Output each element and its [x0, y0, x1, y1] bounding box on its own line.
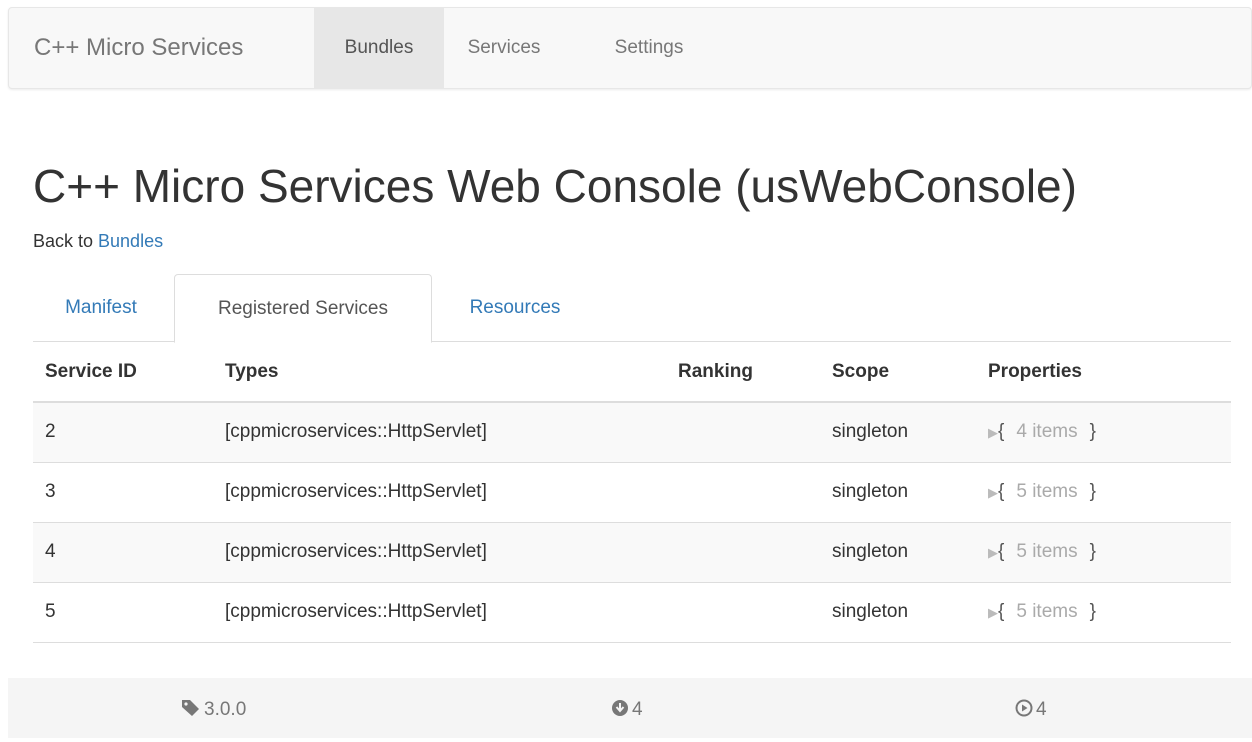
top-navbar: C++ Micro Services Bundles Services Sett… [8, 7, 1252, 89]
properties-toggle[interactable]: ▶{5 items} [988, 481, 1096, 502]
column-header-scope: Scope [820, 342, 976, 403]
column-header-service-id: Service ID [33, 342, 213, 403]
expand-triangle-icon: ▶ [988, 485, 998, 500]
back-to-bundles-link[interactable]: Bundles [98, 231, 163, 251]
back-line: Back to Bundles [33, 230, 163, 252]
cell-types: [cppmicroservices::HttpServlet] [213, 522, 666, 583]
services-table-wrapper: Service ID Types Ranking Scope Propertie… [33, 342, 1231, 643]
close-brace: } [1089, 541, 1096, 562]
cell-service-id: 2 [33, 402, 213, 463]
back-prefix: Back to [33, 231, 99, 251]
navbar-brand[interactable]: C++ Micro Services [34, 8, 243, 88]
nav-item-bundles[interactable]: Bundles [314, 8, 444, 88]
footer-active-value: 4 [1036, 699, 1047, 720]
cell-properties: ▶{4 items} [976, 402, 1231, 463]
status-footer: 3.0.0 4 4 [8, 678, 1252, 738]
footer-installed: 4 [611, 678, 643, 738]
cell-scope: singleton [820, 522, 976, 583]
column-header-ranking: Ranking [666, 342, 820, 403]
nav-item-settings[interactable]: Settings [589, 8, 709, 88]
download-circle-icon [612, 700, 628, 716]
table-row: 4 [cppmicroservices::HttpServlet] single… [33, 522, 1231, 583]
expand-triangle-icon: ▶ [988, 545, 998, 560]
cell-properties: ▶{5 items} [976, 462, 1231, 523]
footer-version: 3.0.0 [181, 678, 246, 738]
footer-active: 4 [1015, 678, 1047, 738]
cell-properties: ▶{5 items} [976, 522, 1231, 583]
column-header-types: Types [213, 342, 666, 403]
expand-triangle-icon: ▶ [988, 425, 998, 441]
tab-manifest[interactable]: Manifest [33, 274, 169, 342]
close-brace: } [1089, 481, 1096, 502]
table-row: 2 [cppmicroservices::HttpServlet] single… [33, 402, 1231, 463]
page-title: C++ Micro Services Web Console (usWebCon… [33, 160, 1077, 212]
cell-service-id: 4 [33, 522, 213, 583]
footer-version-value: 3.0.0 [204, 699, 247, 720]
cell-types: [cppmicroservices::HttpServlet] [213, 402, 666, 463]
column-header-properties: Properties [976, 342, 1231, 403]
bundle-tabs: Manifest Registered Services Resources [33, 274, 1231, 343]
cell-scope: singleton [820, 462, 976, 523]
services-table: Service ID Types Ranking Scope Propertie… [33, 342, 1231, 643]
properties-count: 5 items [1016, 481, 1078, 502]
tab-resources[interactable]: Resources [433, 274, 597, 342]
cell-ranking [666, 462, 820, 523]
cell-service-id: 3 [33, 462, 213, 523]
play-circle-icon [1015, 699, 1033, 717]
close-brace: } [1089, 421, 1096, 443]
cell-service-id: 5 [33, 582, 213, 643]
properties-count: 5 items [1016, 601, 1078, 622]
close-brace: } [1089, 601, 1096, 622]
nav-item-services[interactable]: Services [449, 8, 559, 88]
properties-count: 4 items [1016, 421, 1078, 443]
footer-installed-value: 4 [632, 699, 643, 720]
properties-toggle[interactable]: ▶{5 items} [988, 541, 1096, 562]
table-header-row: Service ID Types Ranking Scope Propertie… [33, 342, 1231, 403]
cell-scope: singleton [820, 582, 976, 643]
table-row: 5 [cppmicroservices::HttpServlet] single… [33, 582, 1231, 643]
tab-registered-services[interactable]: Registered Services [174, 274, 432, 343]
cell-types: [cppmicroservices::HttpServlet] [213, 582, 666, 643]
cell-ranking [666, 522, 820, 583]
cell-ranking [666, 582, 820, 643]
tag-icon [182, 700, 199, 716]
properties-toggle[interactable]: ▶{5 items} [988, 601, 1096, 622]
cell-scope: singleton [820, 402, 976, 463]
cell-properties: ▶{5 items} [976, 582, 1231, 643]
cell-ranking [666, 402, 820, 463]
expand-triangle-icon: ▶ [988, 605, 998, 620]
properties-toggle[interactable]: ▶{4 items} [988, 421, 1096, 442]
properties-count: 5 items [1016, 541, 1078, 562]
table-row: 3 [cppmicroservices::HttpServlet] single… [33, 462, 1231, 523]
cell-types: [cppmicroservices::HttpServlet] [213, 462, 666, 523]
